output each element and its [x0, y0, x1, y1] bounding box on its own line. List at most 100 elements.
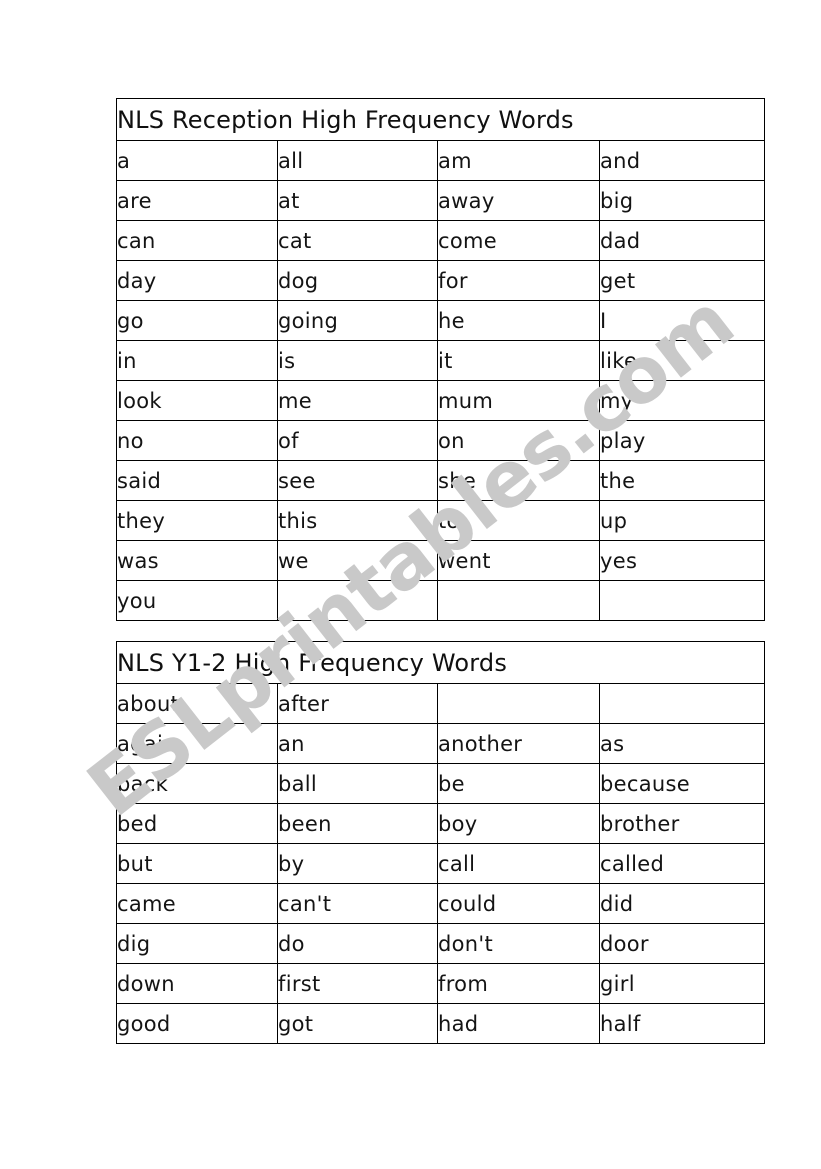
word-cell: get — [599, 260, 765, 301]
table-row: back ball be because — [116, 763, 766, 804]
table-row: are at away big — [116, 180, 765, 221]
word-cell: by — [277, 843, 438, 884]
word-cell: was — [116, 540, 278, 581]
word-cell: to — [437, 500, 600, 541]
word-cell: had — [437, 1003, 600, 1044]
word-cell: my — [599, 380, 765, 421]
worksheet-page: NLS Reception High Frequency Words a all… — [0, 0, 821, 1169]
word-cell: mum — [437, 380, 600, 421]
word-cell: went — [437, 540, 600, 581]
word-cell: a — [116, 140, 278, 181]
word-cell: no — [116, 420, 278, 461]
table-title-row: NLS Y1-2 High Frequency Words — [115, 641, 766, 684]
word-cell: call — [437, 843, 600, 884]
word-cell: I — [599, 300, 765, 341]
table-row: you — [116, 580, 765, 621]
word-cell: play — [599, 420, 765, 461]
word-cell: we — [277, 540, 438, 581]
table-row: day dog for get — [116, 260, 765, 301]
table-header: NLS Y1-2 High Frequency Words — [115, 641, 766, 684]
word-cell: back — [116, 763, 278, 804]
word-cell: bed — [116, 803, 278, 844]
word-cell: am — [437, 140, 600, 181]
word-cell: going — [277, 300, 438, 341]
word-cell: another — [437, 723, 600, 764]
word-cell: of — [277, 420, 438, 461]
table-header: NLS Reception High Frequency Words — [116, 98, 765, 141]
word-cell: the — [599, 460, 765, 501]
word-cell: cat — [277, 220, 438, 261]
table-row: down first from girl — [116, 963, 766, 1004]
word-cell: again — [116, 723, 278, 764]
word-cell: do — [277, 923, 438, 964]
y1-2-table-body: about after again an another as back bal… — [116, 683, 766, 1044]
word-cell: girl — [598, 963, 766, 1004]
reception-table-title: NLS Reception High Frequency Words — [116, 98, 765, 141]
reception-table-body: a all am and are at away big can cat com… — [116, 140, 765, 621]
word-cell: is — [277, 340, 438, 381]
word-cell: in — [116, 340, 278, 381]
table-row: bed been boy brother — [116, 803, 766, 844]
word-cell: see — [277, 460, 438, 501]
word-cell-empty — [437, 683, 600, 724]
y1-2-table-title: NLS Y1-2 High Frequency Words — [115, 641, 766, 684]
word-cell: for — [437, 260, 600, 301]
word-cell: be — [437, 763, 600, 804]
word-cell: after — [277, 683, 438, 724]
word-cell: up — [599, 500, 765, 541]
word-cell: go — [116, 300, 278, 341]
word-cell: he — [437, 300, 600, 341]
word-cell: said — [116, 460, 278, 501]
word-cell: been — [277, 803, 438, 844]
table-row: was we went yes — [116, 540, 765, 581]
word-cell: on — [437, 420, 600, 461]
table-row: they this to up — [116, 500, 765, 541]
word-cell: did — [598, 883, 766, 924]
word-cell: brother — [598, 803, 766, 844]
word-cell: it — [437, 340, 600, 381]
word-cell: as — [598, 723, 766, 764]
word-cell: came — [116, 883, 278, 924]
table-row: but by call called — [116, 843, 766, 884]
word-cell: don't — [437, 923, 600, 964]
word-cell: can — [116, 220, 278, 261]
word-cell: and — [599, 140, 765, 181]
word-cell: me — [277, 380, 438, 421]
word-cell: come — [437, 220, 600, 261]
word-cell: could — [437, 883, 600, 924]
table-row: no of on play — [116, 420, 765, 461]
word-cell: dog — [277, 260, 438, 301]
y1-2-high-frequency-words-table: NLS Y1-2 High Frequency Words about afte… — [115, 641, 766, 1044]
word-cell: day — [116, 260, 278, 301]
word-cell: an — [277, 723, 438, 764]
table-row: good got had half — [116, 1003, 766, 1044]
table-row: again an another as — [116, 723, 766, 764]
word-cell: called — [598, 843, 766, 884]
word-cell: can't — [277, 883, 438, 924]
table-row: look me mum my — [116, 380, 765, 421]
word-cell: all — [277, 140, 438, 181]
word-cell: away — [437, 180, 600, 221]
table-row: a all am and — [116, 140, 765, 181]
table-row: about after — [116, 683, 766, 724]
table-row: said see she the — [116, 460, 765, 501]
word-cell: first — [277, 963, 438, 1004]
word-cell: yes — [599, 540, 765, 581]
table-row: came can't could did — [116, 883, 766, 924]
word-cell: dig — [116, 923, 278, 964]
table-row: can cat come dad — [116, 220, 765, 261]
word-cell: like — [599, 340, 765, 381]
word-cell: because — [598, 763, 766, 804]
word-cell: big — [599, 180, 765, 221]
word-cell: are — [116, 180, 278, 221]
word-cell: but — [116, 843, 278, 884]
word-cell: about — [116, 683, 278, 724]
word-cell-empty — [437, 580, 600, 621]
table-row: in is it like — [116, 340, 765, 381]
reception-high-frequency-words-table: NLS Reception High Frequency Words a all… — [116, 98, 765, 621]
word-cell: they — [116, 500, 278, 541]
word-cell: got — [277, 1003, 438, 1044]
word-cell: half — [598, 1003, 766, 1044]
word-cell: she — [437, 460, 600, 501]
word-cell: dad — [599, 220, 765, 261]
